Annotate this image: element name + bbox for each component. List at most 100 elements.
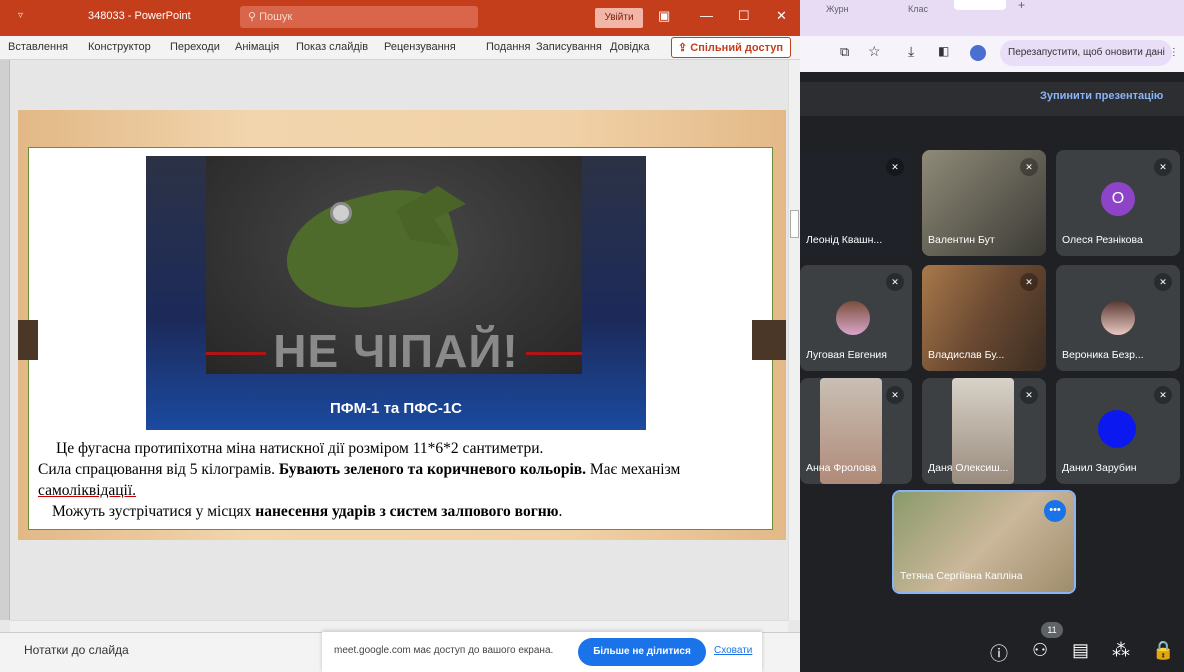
tab-view[interactable]: Подання: [486, 41, 530, 53]
quick-access-icon[interactable]: ▿: [18, 10, 23, 21]
mic-off-icon: ✕: [1154, 273, 1172, 291]
participant-name: Леонід Квашн...: [806, 234, 883, 246]
sign-in-button[interactable]: Увійти: [595, 8, 643, 28]
horizontal-scrollbar[interactable]: [10, 620, 788, 632]
participant-name: Луговая Евгения: [806, 349, 887, 361]
line2-b: Бувають зеленого та коричневого кольорів…: [278, 461, 586, 478]
search-icon: ⚲: [248, 11, 260, 23]
participant-name: Вероника Безр...: [1062, 349, 1144, 361]
cast-icon[interactable]: ⧉: [840, 44, 849, 60]
thumbnail-pane-collapsed[interactable]: [0, 60, 10, 620]
scrollbar-thumb[interactable]: [790, 210, 799, 238]
relaunch-button[interactable]: Перезапустити, щоб оновити дані ⋮: [1000, 40, 1179, 66]
tab-class[interactable]: Клас: [908, 4, 928, 14]
participant-tile[interactable]: ✕ Владислав Бу...: [922, 265, 1046, 371]
participant-name: Тетяна Сергіївна Капліна: [900, 570, 1023, 582]
stop-presenting-button[interactable]: Зупинити презентацію: [1040, 90, 1163, 102]
participant-tile[interactable]: ✕ Даня Олексиш...: [922, 378, 1046, 484]
tab-meet-active[interactable]: [954, 0, 1006, 10]
line3-text: самоліквідації.: [38, 482, 137, 499]
minimize-icon[interactable]: —: [700, 8, 713, 23]
sidepanel-icon[interactable]: ◧: [938, 44, 949, 58]
stop-sharing-button[interactable]: Більше не ділитися: [578, 638, 706, 666]
line4-b: нанесення ударів з систем залпового вогн…: [255, 503, 559, 520]
participant-tile[interactable]: ✕ Валентин Бут: [922, 150, 1046, 256]
bookmark-star-icon[interactable]: ☆: [868, 43, 881, 60]
share-button[interactable]: ⇪ Спільний доступ: [671, 37, 791, 58]
activities-icon[interactable]: ⁂: [1112, 640, 1130, 661]
participant-name: Валентин Бут: [928, 234, 995, 246]
notes-label: Нотатки до слайда: [24, 643, 129, 657]
tab-insert[interactable]: Вставлення: [8, 41, 68, 53]
slide-text-line-4: Можуть зустрічатися у місцях нанесення у…: [52, 503, 562, 521]
tab-review[interactable]: Рецензування: [384, 41, 456, 53]
mine-fuse: [330, 202, 352, 224]
avatar: [1098, 410, 1136, 448]
line4-c: .: [558, 503, 563, 520]
tab-help[interactable]: Довідка: [610, 41, 650, 53]
participant-tile[interactable]: ✕ О Олеся Резнікова: [1056, 150, 1180, 256]
share-icon: ⇪: [678, 42, 691, 54]
line2-a: Сила спрацювання від 5 кілограмів.: [38, 461, 279, 478]
tab-recording[interactable]: Записування: [536, 41, 602, 53]
close-icon[interactable]: ✕: [776, 8, 787, 24]
info-icon[interactable]: ⓘ: [990, 640, 1008, 666]
participant-name: Анна Фролова: [806, 462, 877, 474]
participant-tile[interactable]: ✕ Вероника Безр...: [1056, 265, 1180, 371]
mic-off-icon: ✕: [1154, 158, 1172, 176]
self-tile[interactable]: ••• Тетяна Сергіївна Капліна: [892, 490, 1076, 594]
participant-tile[interactable]: ✕ Анна Фролова: [800, 378, 912, 484]
slide-text-line-1: Це фугасна протипіхотна міна натискної д…: [56, 440, 543, 458]
chat-icon[interactable]: ▤: [1072, 640, 1089, 661]
share-status-text: meet.google.com має доступ до вашого екр…: [334, 645, 554, 656]
mic-off-icon: ✕: [1020, 273, 1038, 291]
people-icon[interactable]: ⚇: [1032, 640, 1048, 661]
participant-tile[interactable]: ✕ Данил Зарубин: [1056, 378, 1180, 484]
participant-count-badge: 11: [1041, 622, 1063, 638]
participant-name: Олеся Резнікова: [1062, 234, 1143, 246]
vertical-scrollbar[interactable]: [788, 60, 800, 620]
avatar: О: [1101, 182, 1135, 216]
ribbon-tabs: Вставлення Конструктор Переходи Анімація…: [0, 36, 800, 60]
participant-tile[interactable]: ✕ Луговая Евгения: [800, 265, 912, 371]
tab-slideshow[interactable]: Показ слайдів: [296, 41, 368, 53]
search-placeholder: Пошук: [259, 11, 293, 23]
relaunch-label: Перезапустити, щоб оновити дані: [1008, 47, 1165, 58]
participant-name: Даня Олексиш...: [928, 462, 1009, 474]
ribbon-display-icon[interactable]: ▣: [658, 8, 670, 24]
participant-name: Владислав Бу...: [928, 349, 1005, 361]
host-controls-icon[interactable]: 🔒: [1152, 640, 1174, 661]
line2-c: Має механізм: [586, 461, 681, 478]
share-label: Спільний доступ: [690, 42, 783, 54]
tab-transitions[interactable]: Переходи: [170, 41, 220, 53]
mic-off-icon: ✕: [1020, 386, 1038, 404]
screen-share-bar: meet.google.com має доступ до вашого екр…: [322, 632, 762, 672]
participant-tile[interactable]: ✕ Леонід Квашн...: [800, 150, 912, 256]
new-tab-icon[interactable]: +: [1018, 0, 1025, 12]
title-bar: ▿ 348033 - PowerPoint ⚲ Пошук Увійти ▣ —…: [0, 0, 800, 36]
powerpoint-window: ▿ 348033 - PowerPoint ⚲ Пошук Увійти ▣ —…: [0, 0, 800, 672]
line4-a: Можуть зустрічатися у місцях: [52, 503, 256, 520]
slide-text-line-2: Сила спрацювання від 5 кілограмів. Буваю…: [38, 461, 680, 479]
mic-off-icon: ✕: [886, 386, 904, 404]
more-menu-icon[interactable]: ⋮: [1169, 47, 1179, 58]
download-icon[interactable]: ⤓: [908, 43, 914, 60]
maximize-icon[interactable]: ☐: [738, 8, 750, 24]
mic-off-icon: ✕: [886, 273, 904, 291]
mic-off-icon: ✕: [1020, 158, 1038, 176]
image-caption: ПФМ-1 та ПФС-1С: [329, 400, 463, 417]
tab-animations[interactable]: Анімація: [235, 41, 279, 53]
slide-text-line-3: самоліквідації.: [38, 482, 136, 500]
more-options-icon[interactable]: •••: [1044, 500, 1066, 522]
participant-name: Данил Зарубин: [1062, 462, 1137, 474]
tab-journal[interactable]: Журн: [826, 4, 849, 14]
mine-image: НЕ ЧІПАЙ! ПФМ-1 та ПФС-1С: [146, 156, 646, 430]
line1-text: Це фугасна протипіхотна міна натискної д…: [56, 440, 544, 457]
avatar: [836, 301, 870, 335]
warning-text: НЕ ЧІПАЙ!: [273, 325, 519, 377]
hide-link[interactable]: Сховати: [714, 645, 752, 656]
tab-design[interactable]: Конструктор: [88, 41, 151, 53]
search-box[interactable]: ⚲ Пошук: [240, 6, 478, 28]
profile-avatar[interactable]: [970, 45, 986, 61]
mic-off-icon: ✕: [1154, 386, 1172, 404]
